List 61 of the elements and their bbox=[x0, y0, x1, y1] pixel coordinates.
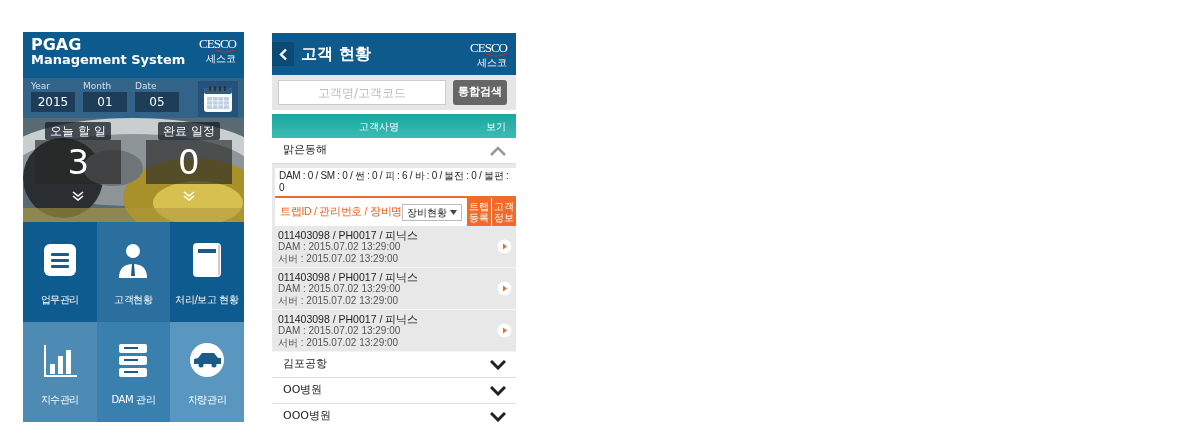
summary-text: DAM : 0 / SM : 0 / 썬 : 0 / 피 : 6 / 바 : 0 / 불전 : 0 / 불편 : 0 bbox=[275, 168, 516, 198]
column-header: 보기 bbox=[486, 119, 506, 134]
device-title: 011403098 / PH0017 / 피닉스 bbox=[278, 228, 420, 241]
dam-time: DAM : 2015.07.02 13:29:00 bbox=[278, 324, 401, 337]
date-value: 2015 bbox=[31, 92, 75, 112]
logo-text: CESCO bbox=[470, 40, 507, 54]
stat-count: 3 bbox=[35, 140, 122, 184]
date-value: 01 bbox=[83, 92, 127, 112]
date-value: 05 bbox=[135, 92, 179, 112]
menu-tile[interactable]: 지수관리 bbox=[23, 322, 97, 422]
screen-title: 고객 현황 bbox=[301, 43, 372, 65]
dam-time: DAM : 2015.07.02 13:29:00 bbox=[278, 240, 401, 253]
group-name: 김포공항 bbox=[283, 356, 327, 373]
menu-tile[interactable]: 업무관리 bbox=[23, 222, 97, 322]
play-button[interactable] bbox=[497, 239, 512, 254]
device-title: 011403098 / PH0017 / 피닉스 bbox=[278, 312, 420, 325]
group-name: 맑은동해 bbox=[283, 142, 327, 159]
app-subtitle: Management System bbox=[31, 53, 186, 67]
server-time: 서버 : 2015.07.02 13:29:00 bbox=[278, 252, 400, 265]
menu-tile[interactable]: DAM 관리 bbox=[96, 322, 171, 422]
server-time: 서버 : 2015.07.02 13:29:00 bbox=[278, 336, 400, 349]
swoosh-icon bbox=[214, 50, 236, 53]
chevron-down-icon[interactable] bbox=[490, 411, 506, 422]
server-time: 서버 : 2015.07.02 13:29:00 bbox=[278, 294, 400, 307]
app-title: PGAG bbox=[31, 37, 83, 53]
chevron-up-icon[interactable] bbox=[490, 145, 506, 156]
play-button[interactable] bbox=[497, 323, 512, 338]
menu-tile[interactable]: 고객현황 bbox=[96, 222, 171, 322]
group-name: OO병원 bbox=[283, 382, 323, 399]
menu-tile[interactable]: 처리/보고 현황 bbox=[170, 222, 244, 322]
column-header: 고객사명 bbox=[358, 119, 400, 134]
swoosh-icon bbox=[485, 53, 507, 57]
chevron-down-icon[interactable] bbox=[490, 359, 506, 370]
device-title: 011403098 / PH0017 / 피닉스 bbox=[278, 270, 420, 283]
stat-label: 오늘 할 일 bbox=[45, 122, 112, 140]
dropdown-arrow-icon bbox=[449, 209, 457, 215]
date-label: Year bbox=[31, 81, 52, 91]
list-icon bbox=[41, 242, 78, 278]
chevron-down-icon[interactable] bbox=[490, 385, 506, 396]
logo-subtext: 세스코 bbox=[206, 53, 236, 64]
back-button[interactable] bbox=[272, 42, 294, 66]
search-field[interactable]: 고객명/고객코드 bbox=[278, 80, 446, 105]
date-label: Month bbox=[83, 81, 113, 91]
logo-text: CESCO bbox=[199, 37, 236, 50]
stat-count: 0 bbox=[145, 140, 232, 184]
dam-time: DAM : 2015.07.02 13:29:00 bbox=[278, 282, 401, 295]
car-icon bbox=[189, 342, 225, 378]
menu-tile[interactable]: 차량관리 bbox=[170, 322, 244, 422]
stat-label: 완료 일정 bbox=[157, 122, 220, 140]
action-button[interactable]: 고객 정보 bbox=[491, 198, 516, 226]
search-button[interactable]: 통합검색 bbox=[453, 80, 507, 105]
select-field[interactable]: 장비현황 bbox=[401, 203, 462, 221]
filter-label: 트랩ID / 관리번호 / 장비명 bbox=[279, 204, 402, 220]
calendar-button[interactable] bbox=[198, 81, 238, 117]
date-label: Date bbox=[135, 81, 158, 91]
group-name: OOO병원 bbox=[283, 408, 331, 422]
bar-chart-icon bbox=[41, 342, 78, 378]
logo-subtext: 세스코 bbox=[477, 56, 507, 68]
action-button[interactable]: 트랩 등록 bbox=[466, 198, 491, 226]
play-button[interactable] bbox=[497, 281, 512, 296]
chevron-left-icon bbox=[278, 47, 288, 61]
